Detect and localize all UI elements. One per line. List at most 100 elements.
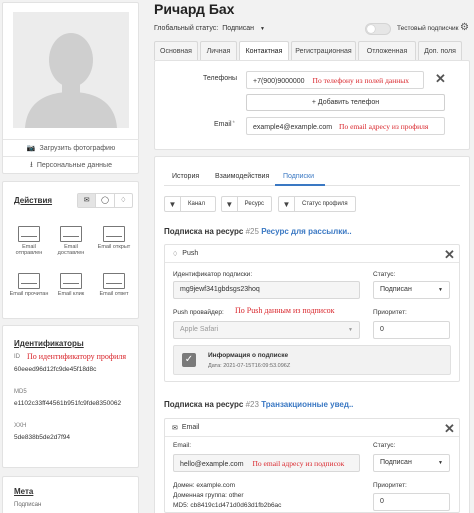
tab-extra-fields[interactable]: Доп. поля (418, 41, 462, 60)
active-subtab-indicator (275, 184, 325, 186)
identifiers-title: Идентификаторы (14, 339, 84, 348)
email-click-icon (60, 273, 82, 289)
test-subscriber-toggle[interactable] (365, 23, 391, 35)
xxh-value: 5de838b5de2d7f94 (14, 434, 71, 441)
avatar (13, 12, 129, 128)
sub2-card: ✉ Email ✕ Email: hello@example.com По em… (164, 418, 460, 513)
toggle-knob (367, 25, 375, 33)
global-status[interactable]: Глобальный статус: Подписан ▼ (154, 25, 265, 32)
md5-label: MD5 (14, 389, 27, 395)
filter-resource[interactable]: ▼ Ресурс (221, 196, 272, 212)
sub1-priority-label: Приоритет: (373, 309, 407, 316)
gear-icon[interactable]: ⚙ (460, 22, 469, 33)
chevron-down-icon: ▼ (438, 287, 443, 293)
contacts-panel: Телефоны +7(900)9000000 По телефону из п… (154, 60, 470, 150)
actions-card: Действия ✉ ◯ ♢ Email отправлен Email дос… (2, 181, 139, 319)
sub1-id-label: Идентификатор подписки: (173, 271, 253, 278)
chat-icon[interactable]: ◯ (95, 194, 113, 207)
sub2-priority-label: Приоритет: (373, 482, 407, 489)
sub2-priority-field[interactable]: 0 (373, 493, 450, 511)
tab-contact[interactable]: Контактная (239, 41, 289, 61)
sub1-header: ♢ Push (165, 245, 459, 263)
sub1-status-select[interactable]: Подписан ▼ (373, 281, 450, 299)
email-reply-icon (103, 273, 125, 289)
mail-icon: ✉ (172, 424, 178, 432)
sub1-info-box: ✓ Информация о подписке Дата: 2021-07-15… (173, 345, 451, 375)
id-value: 60eeed96d12fc9de45f18d8c (14, 366, 97, 373)
sub1-delete-icon[interactable]: ✕ (444, 248, 455, 261)
action-email-sent[interactable]: Email отправлен (9, 226, 49, 256)
action-email-click[interactable]: Email клик (51, 273, 91, 297)
sub2-email-field[interactable]: hello@example.com По email адресу из под… (173, 454, 360, 472)
test-subscriber-label: Тестовый подписчик (397, 25, 459, 32)
phone-field[interactable]: +7(900)9000000 По телефону из полей данн… (246, 71, 424, 89)
email-opened-icon (103, 226, 125, 242)
action-email-delivered[interactable]: Email доставлен (51, 226, 91, 256)
sub1-status-label: Статус: (373, 271, 396, 278)
filter-icon: ▼ (222, 197, 238, 211)
id-note: По идентификатору профиля (27, 352, 127, 361)
phones-label: Телефоны (203, 75, 238, 82)
bell-icon: ♢ (172, 250, 179, 258)
subtab-history[interactable]: История (172, 173, 199, 180)
identifiers-card: Идентификаторы ID По идентификатору проф… (2, 325, 139, 468)
email-sent-icon (18, 226, 40, 242)
page-title: Ричард Бах (154, 1, 235, 17)
personal-data-button[interactable]: ⭳ Персональные данные (3, 156, 139, 174)
subtab-interactions[interactable]: Взаимодействия (215, 173, 269, 180)
filter-channel[interactable]: ▼ Канал (164, 196, 216, 212)
sub1-provider-label: Push провайдер: (173, 309, 224, 316)
tab-main[interactable]: Основная (154, 41, 198, 60)
sub1-title: Подписка на ресурс #25 Ресурс для рассыл… (164, 227, 352, 236)
actions-title: Действия (14, 196, 53, 205)
add-phone-button[interactable]: + Добавить телефон (246, 94, 445, 111)
chevron-down-icon: ▼ (348, 327, 353, 333)
sub2-domain: Домен: example.com (173, 482, 236, 489)
id-label: ID (14, 354, 20, 360)
email-field[interactable]: example4@example.com По email адресу из … (246, 117, 445, 135)
delete-phone-icon[interactable]: ✕ (435, 72, 446, 85)
phone-note: По телефону из полей данных (312, 76, 410, 85)
action-email-reply[interactable]: Email ответ (94, 273, 134, 297)
actions-view-toggle: ✉ ◯ ♢ (77, 193, 133, 208)
xxh-label: XXH (14, 423, 27, 429)
tab-delayed[interactable]: Отложенная (358, 41, 416, 60)
email-label: Email* (214, 121, 235, 128)
action-email-opened[interactable]: Email открыт (94, 226, 134, 250)
sub2-md5: MD5: cb8419c1d471d0d63d1fb2b6ac (173, 502, 282, 509)
filter-icon: ▼ (165, 197, 181, 211)
sub1-id-field[interactable]: mg9jewf341gbdsgs23hoq (173, 281, 360, 299)
sub2-header: ✉ Email (165, 419, 459, 437)
email-delivered-icon (60, 226, 82, 242)
download-icon: ⭳ (30, 159, 33, 169)
sub2-status-select[interactable]: Подписан ▼ (373, 454, 450, 472)
sub1-priority-field[interactable]: 0 (373, 321, 450, 339)
email-read-icon (18, 273, 40, 289)
mail-icon[interactable]: ✉ (78, 194, 96, 207)
meta-subtitle: Подписан (14, 502, 42, 508)
upload-photo-button[interactable]: 📷 Загрузить фотографию (3, 139, 139, 156)
sub2-delete-icon[interactable]: ✕ (444, 422, 455, 435)
chevron-down-icon: ▼ (260, 25, 265, 32)
sub2-domain-group: Доменная группа: other (173, 492, 244, 499)
sub2-status-label: Статус: (373, 442, 396, 449)
tab-registration[interactable]: Регистрационная (291, 41, 356, 60)
tab-personal[interactable]: Личная (200, 41, 237, 60)
sub1-card: ♢ Push ✕ Идентификатор подписки: mg9jewf… (164, 244, 460, 382)
action-email-read[interactable]: Email прочитан (9, 273, 49, 297)
email-note: По email адресу из профиля (339, 122, 429, 131)
sub1-info-title: Информация о подписке (208, 352, 289, 359)
sub2-email-label: Email: (173, 442, 192, 449)
sub1-provider-select[interactable]: Apple Safari ▼ (173, 321, 360, 339)
sub2-title: Подписка на ресурс #23 Транзакционные ув… (164, 400, 354, 409)
sub2-email-note: По email адресу из подписок (252, 459, 345, 468)
profile-card: 📷 Загрузить фотографию ⭳ Персональные да… (2, 2, 139, 174)
md5-value: e1102c33ff44561b951fc9fde8350062 (14, 400, 122, 407)
meta-card: Мета Подписан (2, 476, 139, 513)
subtab-subscriptions[interactable]: Подписки (283, 173, 314, 180)
sub1-info-date: Дата: 2021-07-15T16:09:53.096Z (208, 363, 291, 369)
checkbox-checked-icon[interactable]: ✓ (182, 353, 196, 367)
filter-profile-status[interactable]: ▼ Статус профиля (278, 196, 356, 212)
bell-icon[interactable]: ♢ (113, 194, 132, 207)
sub1-provider-note: По Push данным из подписок (235, 306, 335, 315)
